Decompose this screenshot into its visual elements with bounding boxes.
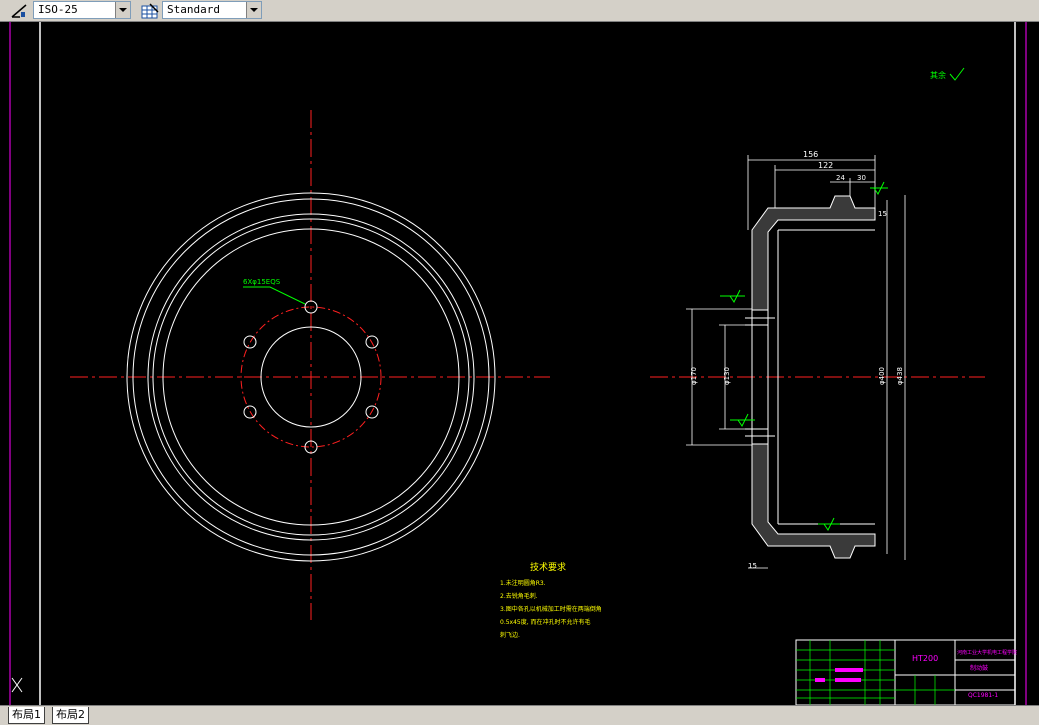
chevron-down-icon[interactable] [246, 2, 261, 18]
section-wall-top [751, 195, 876, 311]
dim-depth-2: 122 [818, 161, 833, 170]
tech-line: 3.图中各孔以机械加工时需在两端倒角 [500, 605, 602, 613]
title-block: HT200 河南工业大学机电工程学院 制动鼓 QC1981-1 [795, 639, 1017, 705]
technical-requirements: 技术要求 1.未注明圆角R3. 2.去锐角毛刺. 3.图中各孔以机械加工时需在两… [500, 561, 602, 639]
part-name-text: 制动鼓 [970, 664, 988, 672]
dim-30: 30 [857, 174, 866, 182]
dim-overall-depth: 156 [803, 150, 818, 159]
roughness-symbol-icon [949, 67, 965, 81]
material-text: HT200 [912, 654, 938, 663]
table-style-select[interactable]: Standard [162, 1, 262, 19]
dim-bore: φ130 [723, 367, 731, 385]
roughness-note-text: 其余 [930, 70, 946, 80]
table-style-value: Standard [167, 3, 220, 16]
tech-line: 2.去锐角毛刺. [500, 592, 538, 600]
dim-pcd: φ170 [690, 367, 698, 385]
hole-leader-line [243, 286, 306, 305]
ucs-icon [11, 677, 23, 693]
dim-outer: φ438 [896, 367, 904, 385]
drawing-no-text: QC1981-1 [968, 692, 998, 699]
tech-title: 技术要求 [530, 561, 566, 573]
section-roughness-marks [720, 181, 888, 531]
dim-drum: φ400 [878, 367, 886, 385]
tab-layout1[interactable]: 布局1 [8, 707, 45, 724]
drawing-canvas[interactable]: 6Xφ15EQS 其余 156 122 24 30 15 15 φ170 φ13… [0, 22, 1039, 705]
front-view: 6Xφ15EQS [70, 110, 550, 620]
dim-15-top: 15 [878, 210, 887, 218]
dim-15-bottom: 15 [748, 562, 757, 570]
styles-toolbar: ISO-25 Standard [0, 0, 1039, 22]
dimension-style-select[interactable]: ISO-25 [33, 1, 131, 19]
chevron-down-icon[interactable] [115, 2, 130, 18]
layout-tabs: 布局1 布局2 [0, 705, 1039, 725]
tech-line: 刺飞边. [500, 631, 520, 639]
tech-line: 0.5x45度, 而在冲孔时不允许有毛 [500, 618, 591, 626]
section-wall-bottom [751, 443, 876, 559]
dimension-style-icon[interactable] [8, 1, 30, 20]
hole-callout-text: 6Xφ15EQS [243, 278, 281, 286]
section-view: 156 122 24 30 15 15 φ170 φ130 φ400 φ438 [650, 150, 985, 570]
tab-layout2[interactable]: 布局2 [52, 707, 89, 724]
dim-24: 24 [836, 174, 845, 182]
school-text: 河南工业大学机电工程学院 [957, 649, 1017, 656]
dimension-style-value: ISO-25 [38, 3, 78, 16]
table-style-icon[interactable] [139, 1, 161, 20]
tech-line: 1.未注明圆角R3. [500, 579, 546, 587]
